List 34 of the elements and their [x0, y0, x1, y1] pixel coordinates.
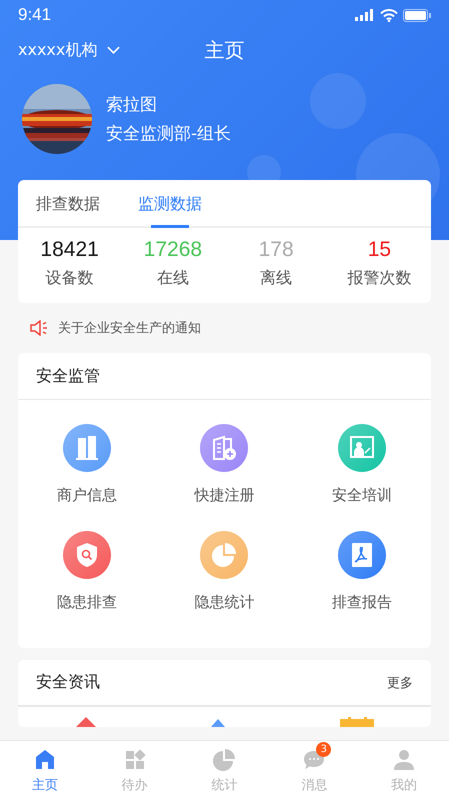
stat-value: 17268 — [144, 238, 202, 262]
wifi-icon — [380, 8, 398, 22]
menu-item[interactable]: 排查报告 — [293, 531, 431, 612]
menu-item[interactable]: 隐患排查 — [18, 531, 156, 612]
person-icon — [392, 748, 416, 772]
menu-item[interactable]: 隐患统计 — [156, 531, 294, 612]
count-badge: 3 — [316, 742, 332, 756]
speaker-icon — [30, 320, 48, 336]
stat-label: 报警次数 — [347, 268, 412, 289]
tab-bar-item[interactable]: 主页 — [0, 741, 90, 800]
page-title: 主页 — [204, 36, 246, 64]
organization-dropdown[interactable]: xxxxx机构 — [18, 40, 120, 60]
signal-icon — [355, 9, 375, 21]
menu-item[interactable]: 商户信息 — [18, 424, 156, 505]
stat-value: 15 — [368, 238, 392, 262]
user-role: 安全监测部-组长 — [106, 123, 232, 145]
stat-value: 18421 — [40, 238, 99, 262]
menu-item[interactable]: 安全培训 — [293, 424, 431, 505]
arrow-up-icon — [210, 719, 224, 727]
section-title: 安全监管 — [36, 366, 100, 386]
stat-value: 178 — [258, 238, 294, 262]
notice-link[interactable]: 关于企业安全生产的通知 — [58, 319, 201, 337]
pie-chart-icon — [212, 748, 236, 772]
more-link[interactable]: 更多 — [387, 674, 413, 692]
stat-label: 离线 — [260, 268, 292, 289]
stat-label: 在线 — [156, 268, 189, 289]
data-tab[interactable]: 排查数据 — [36, 180, 100, 228]
menu-item[interactable]: 快捷注册 — [156, 424, 294, 505]
status-time: 9:41 — [18, 5, 52, 25]
stat-label: 设备数 — [46, 268, 94, 289]
user-name: 索拉图 — [106, 94, 158, 116]
section-title: 安全资讯 — [36, 672, 100, 693]
chevron-down-icon — [107, 46, 120, 54]
battery-icon — [403, 8, 431, 22]
